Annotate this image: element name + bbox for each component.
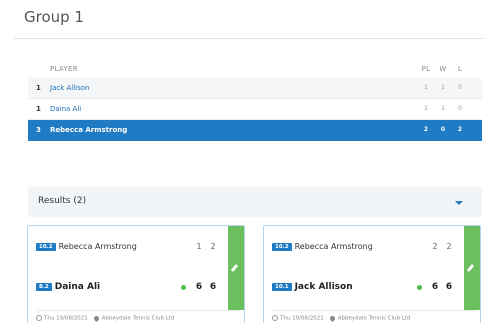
player-name: Jack Allison <box>294 282 353 292</box>
pencil-icon <box>466 263 475 273</box>
standings-table: PLAYER PL W L 1 Jack Allison 1 1 0 1 Dai… <box>28 60 482 141</box>
set-score: 2 <box>446 242 452 251</box>
rating-badge: 8.2 <box>36 283 52 291</box>
row-l: 2 <box>457 126 463 133</box>
rating-badge: 10.2 <box>272 242 292 251</box>
player-name: Rebecca Armstrong <box>58 242 137 251</box>
match-meta: Thu 19/08/2021 Abbeydale Tennis Club Ltd <box>36 310 240 322</box>
set-score: 2 <box>210 242 216 251</box>
chevron-down-icon[interactable] <box>455 201 463 205</box>
clock-icon <box>36 315 42 321</box>
header-w: W <box>439 65 447 73</box>
row-l: 0 <box>458 84 462 91</box>
pencil-icon <box>230 263 239 273</box>
results-header[interactable]: Results (2) <box>28 187 482 217</box>
results-title: Results (2) <box>38 196 87 206</box>
winner-dot-icon <box>181 285 186 290</box>
result-card: 10.2 Rebecca Armstrong 1 2 8.2 Daina Ali 6… <box>27 225 245 323</box>
location-pin-icon <box>328 314 336 322</box>
table-header: PLAYER PL W L <box>28 60 482 78</box>
result-player-row-winner: 8.2 Daina Ali 6 6 <box>36 282 218 294</box>
match-venue: Abbeydale Tennis Club Ltd <box>337 315 411 322</box>
set-score: 6 <box>431 282 439 292</box>
row-l: 0 <box>458 105 462 112</box>
location-pin-icon <box>92 314 100 322</box>
table-row-selected[interactable]: 3 Rebecca Armstrong 2 0 2 <box>28 120 482 141</box>
match-date: Thu 19/08/2021 <box>280 315 324 322</box>
result-player-row: 10.2 Rebecca Armstrong 2 2 <box>272 242 454 254</box>
clock-icon <box>272 315 278 321</box>
set-score: 1 <box>196 242 202 251</box>
result-player-row: 10.2 Rebecca Armstrong 1 2 <box>36 242 218 254</box>
set-score: 2 <box>432 242 438 251</box>
row-w: 0 <box>440 126 446 133</box>
header-pl: PL <box>421 65 431 73</box>
set-score: 6 <box>209 282 217 292</box>
match-venue: Abbeydale Tennis Club Ltd <box>101 315 175 322</box>
match-meta: Thu 19/08/2021 Abbeydale Tennis Club Ltd <box>272 310 476 322</box>
header-player: PLAYER <box>50 65 78 73</box>
match-date: Thu 19/08/2021 <box>44 315 88 322</box>
edit-result-button[interactable] <box>228 226 244 310</box>
player-link[interactable]: Daina Ali <box>50 105 81 113</box>
table-row[interactable]: 1 Jack Allison 1 1 0 <box>28 78 482 99</box>
row-rank: 1 <box>36 84 41 92</box>
set-score: 6 <box>195 282 203 292</box>
edit-result-button[interactable] <box>464 226 480 310</box>
title-divider <box>14 38 484 39</box>
row-pl: 1 <box>424 105 428 112</box>
row-pl: 2 <box>423 126 429 133</box>
row-rank: 1 <box>36 105 41 113</box>
result-card: 10.2 Rebecca Armstrong 2 2 10.1 Jack Allis… <box>263 225 481 323</box>
set-score: 6 <box>445 282 453 292</box>
table-row[interactable]: 1 Daina Ali 1 1 0 <box>28 99 482 120</box>
row-rank: 3 <box>36 126 41 134</box>
rating-badge: 10.1 <box>272 283 292 291</box>
row-w: 1 <box>441 105 445 112</box>
row-w: 1 <box>441 84 445 91</box>
header-l: L <box>457 65 463 73</box>
winner-dot-icon <box>417 285 422 290</box>
player-link[interactable]: Jack Allison <box>50 84 89 92</box>
group-title: Group 1 <box>24 8 84 26</box>
player-link[interactable]: Rebecca Armstrong <box>50 126 127 134</box>
player-name: Rebecca Armstrong <box>294 242 373 251</box>
result-player-row-winner: 10.1 Jack Allison 6 6 <box>272 282 454 294</box>
player-name: Daina Ali <box>54 282 101 292</box>
row-pl: 1 <box>424 84 428 91</box>
rating-badge: 10.2 <box>36 242 56 251</box>
